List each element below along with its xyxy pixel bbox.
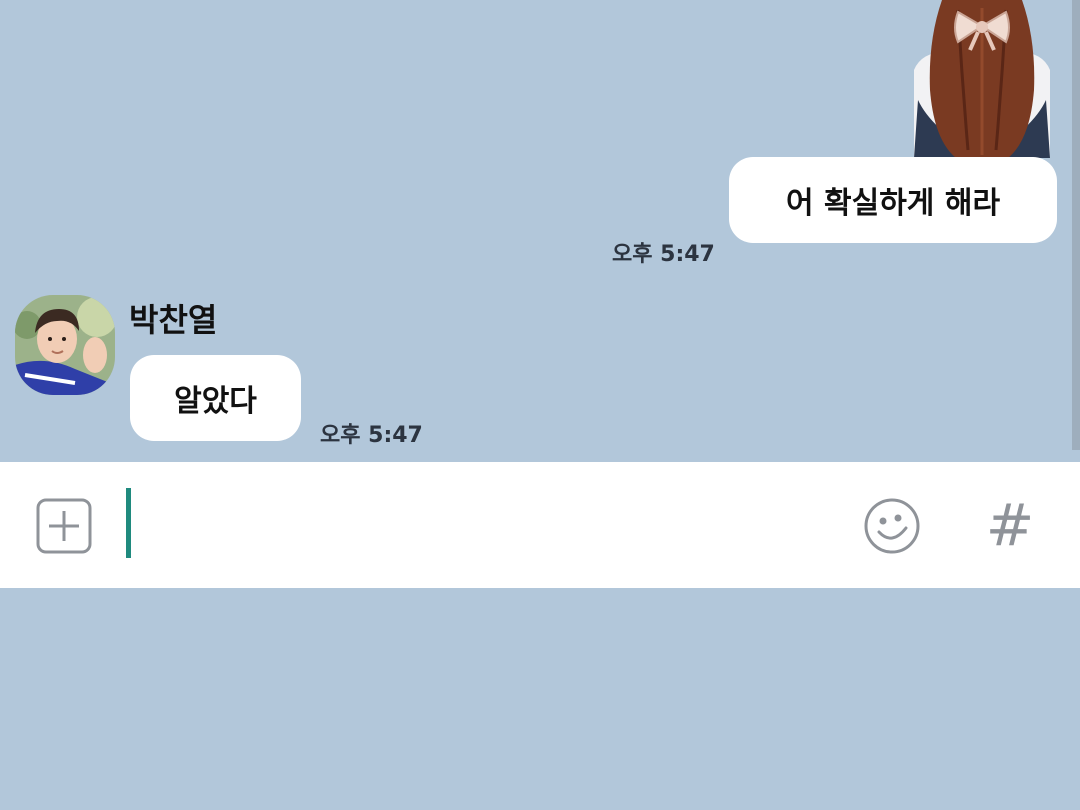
sticker-image — [914, 0, 1050, 158]
text-caret — [126, 488, 131, 558]
sender-name[interactable]: 박찬열 — [129, 295, 217, 341]
keyboard-area — [0, 588, 1080, 810]
outgoing-message-text: 어 확실하게 해라 — [785, 186, 1001, 221]
incoming-message-text: 알았다 — [174, 384, 257, 419]
emoji-button[interactable] — [862, 496, 922, 556]
incoming-message-time: 오후 5:47 — [320, 423, 423, 448]
chat-screen: 어 확실하게 해라 오후 5:47 박찬열 알았다 오후 5:47 # — [0, 0, 1080, 810]
plus-square-icon — [36, 498, 92, 554]
incoming-message-bubble[interactable]: 알았다 — [130, 355, 301, 441]
outgoing-message-bubble[interactable]: 어 확실하게 해라 — [729, 157, 1057, 243]
sender-avatar[interactable] — [15, 295, 115, 395]
hash-icon: # — [985, 491, 1035, 559]
smiley-icon — [864, 498, 920, 554]
scrollbar[interactable] — [1072, 0, 1080, 450]
message-list[interactable]: 어 확실하게 해라 오후 5:47 박찬열 알았다 오후 5:47 — [0, 0, 1080, 462]
outgoing-message-time: 오후 5:47 — [612, 242, 715, 267]
girl-with-bow-sticker[interactable] — [912, 0, 1052, 158]
message-input-bar: # — [0, 462, 1080, 588]
profile-photo — [15, 295, 115, 395]
message-input[interactable] — [120, 488, 840, 562]
hash-button[interactable]: # — [980, 492, 1040, 558]
attach-button[interactable] — [36, 498, 92, 554]
